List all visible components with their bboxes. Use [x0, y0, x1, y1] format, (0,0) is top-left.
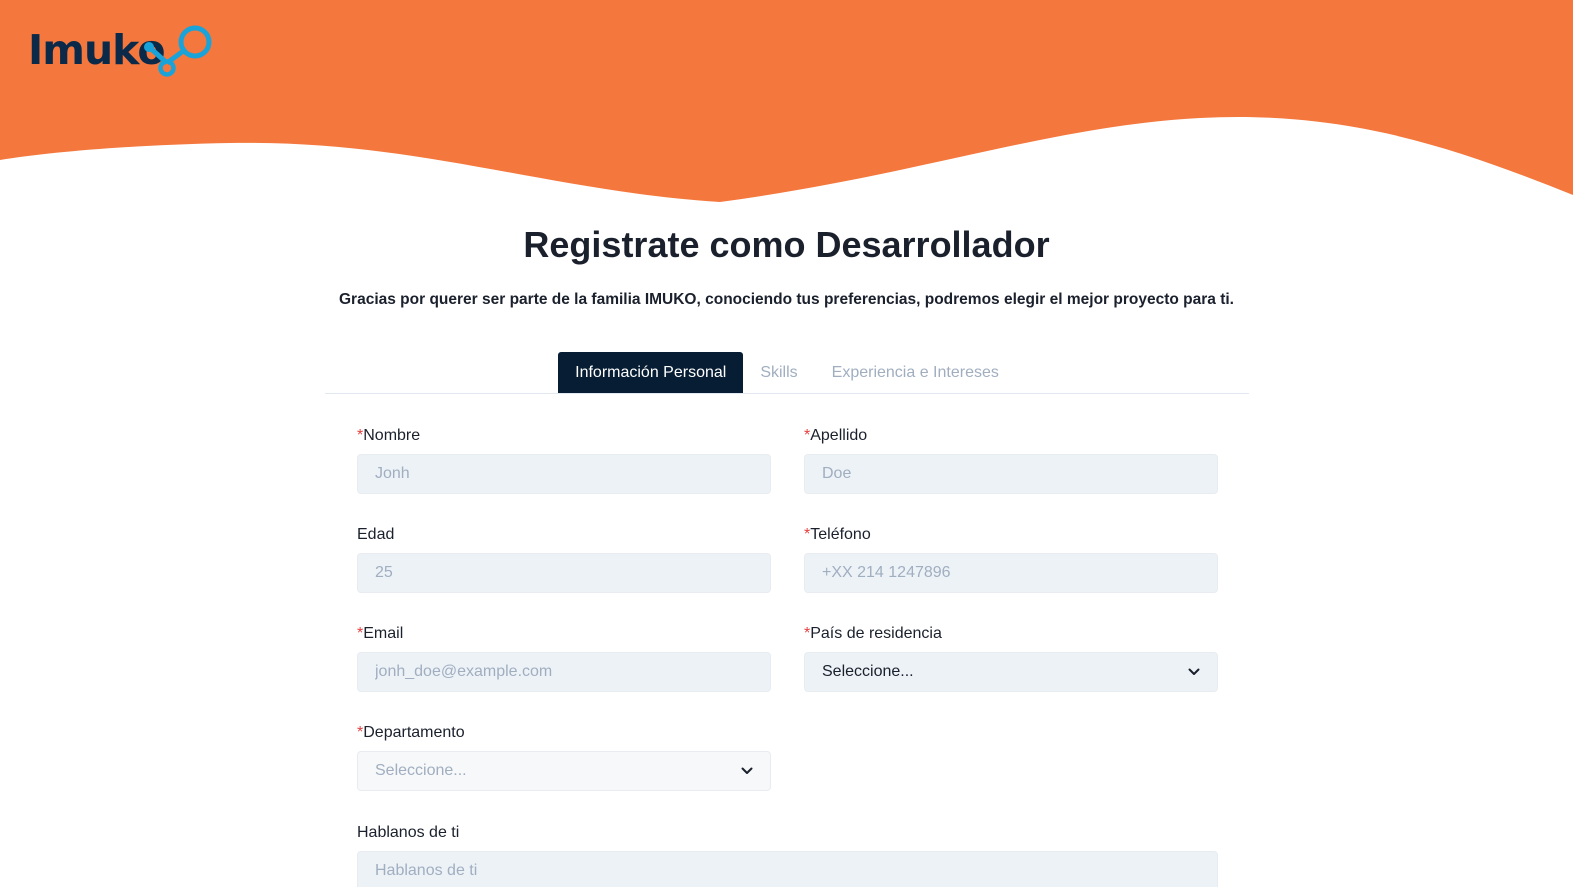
- apellido-input[interactable]: [804, 454, 1218, 494]
- nombre-label: *Nombre: [357, 427, 421, 444]
- edad-input[interactable]: [357, 553, 771, 593]
- hablanos-input[interactable]: [357, 851, 1218, 887]
- chevron-down-icon: [741, 767, 753, 774]
- departamento-select-value: Seleccione...: [375, 762, 467, 779]
- pais-select-value: Seleccione...: [822, 663, 914, 680]
- telefono-label: *Teléfono: [804, 526, 871, 543]
- hablanos-field: Hablanos de ti: [357, 823, 1218, 887]
- hablanos-label: Hablanos de ti: [357, 824, 460, 841]
- page-title: Registrate como Desarrollador: [523, 224, 1050, 265]
- pais-label: *País de residencia: [804, 625, 942, 642]
- nombre-field: *Nombre: [357, 426, 771, 494]
- pais-select[interactable]: Seleccione...: [804, 652, 1218, 692]
- departamento-select[interactable]: Seleccione...: [357, 751, 771, 791]
- tab-informacion-personal[interactable]: Información Personal: [558, 352, 744, 393]
- logo-network-icon: [144, 25, 212, 77]
- imuko-logo[interactable]: Imuko: [28, 18, 212, 82]
- email-input[interactable]: [357, 652, 771, 692]
- tab-experiencia-intereses[interactable]: Experiencia e Intereses: [815, 352, 1016, 393]
- telefono-input[interactable]: [804, 553, 1218, 593]
- telefono-field: *Teléfono: [804, 525, 1218, 593]
- edad-field: Edad: [357, 525, 771, 593]
- apellido-label: *Apellido: [804, 427, 868, 444]
- tab-skills[interactable]: Skills: [743, 352, 814, 393]
- registration-page: Imuko Registrate como Desarrollador Grac…: [0, 0, 1573, 887]
- pais-field: *País de residencia Seleccione...: [804, 624, 1218, 692]
- apellido-field: *Apellido: [804, 426, 1218, 494]
- page-subtitle: Gracias por querer ser parte de la famil…: [339, 291, 1234, 308]
- departamento-field: *Departamento Seleccione...: [357, 723, 771, 791]
- form-tabs: Información Personal Skills Experiencia …: [325, 352, 1249, 394]
- email-label: *Email: [357, 625, 404, 642]
- chevron-down-icon: [1188, 668, 1200, 675]
- departamento-label: *Departamento: [357, 724, 465, 741]
- nombre-input[interactable]: [357, 454, 771, 494]
- email-field: *Email: [357, 624, 771, 692]
- edad-label: Edad: [357, 526, 395, 543]
